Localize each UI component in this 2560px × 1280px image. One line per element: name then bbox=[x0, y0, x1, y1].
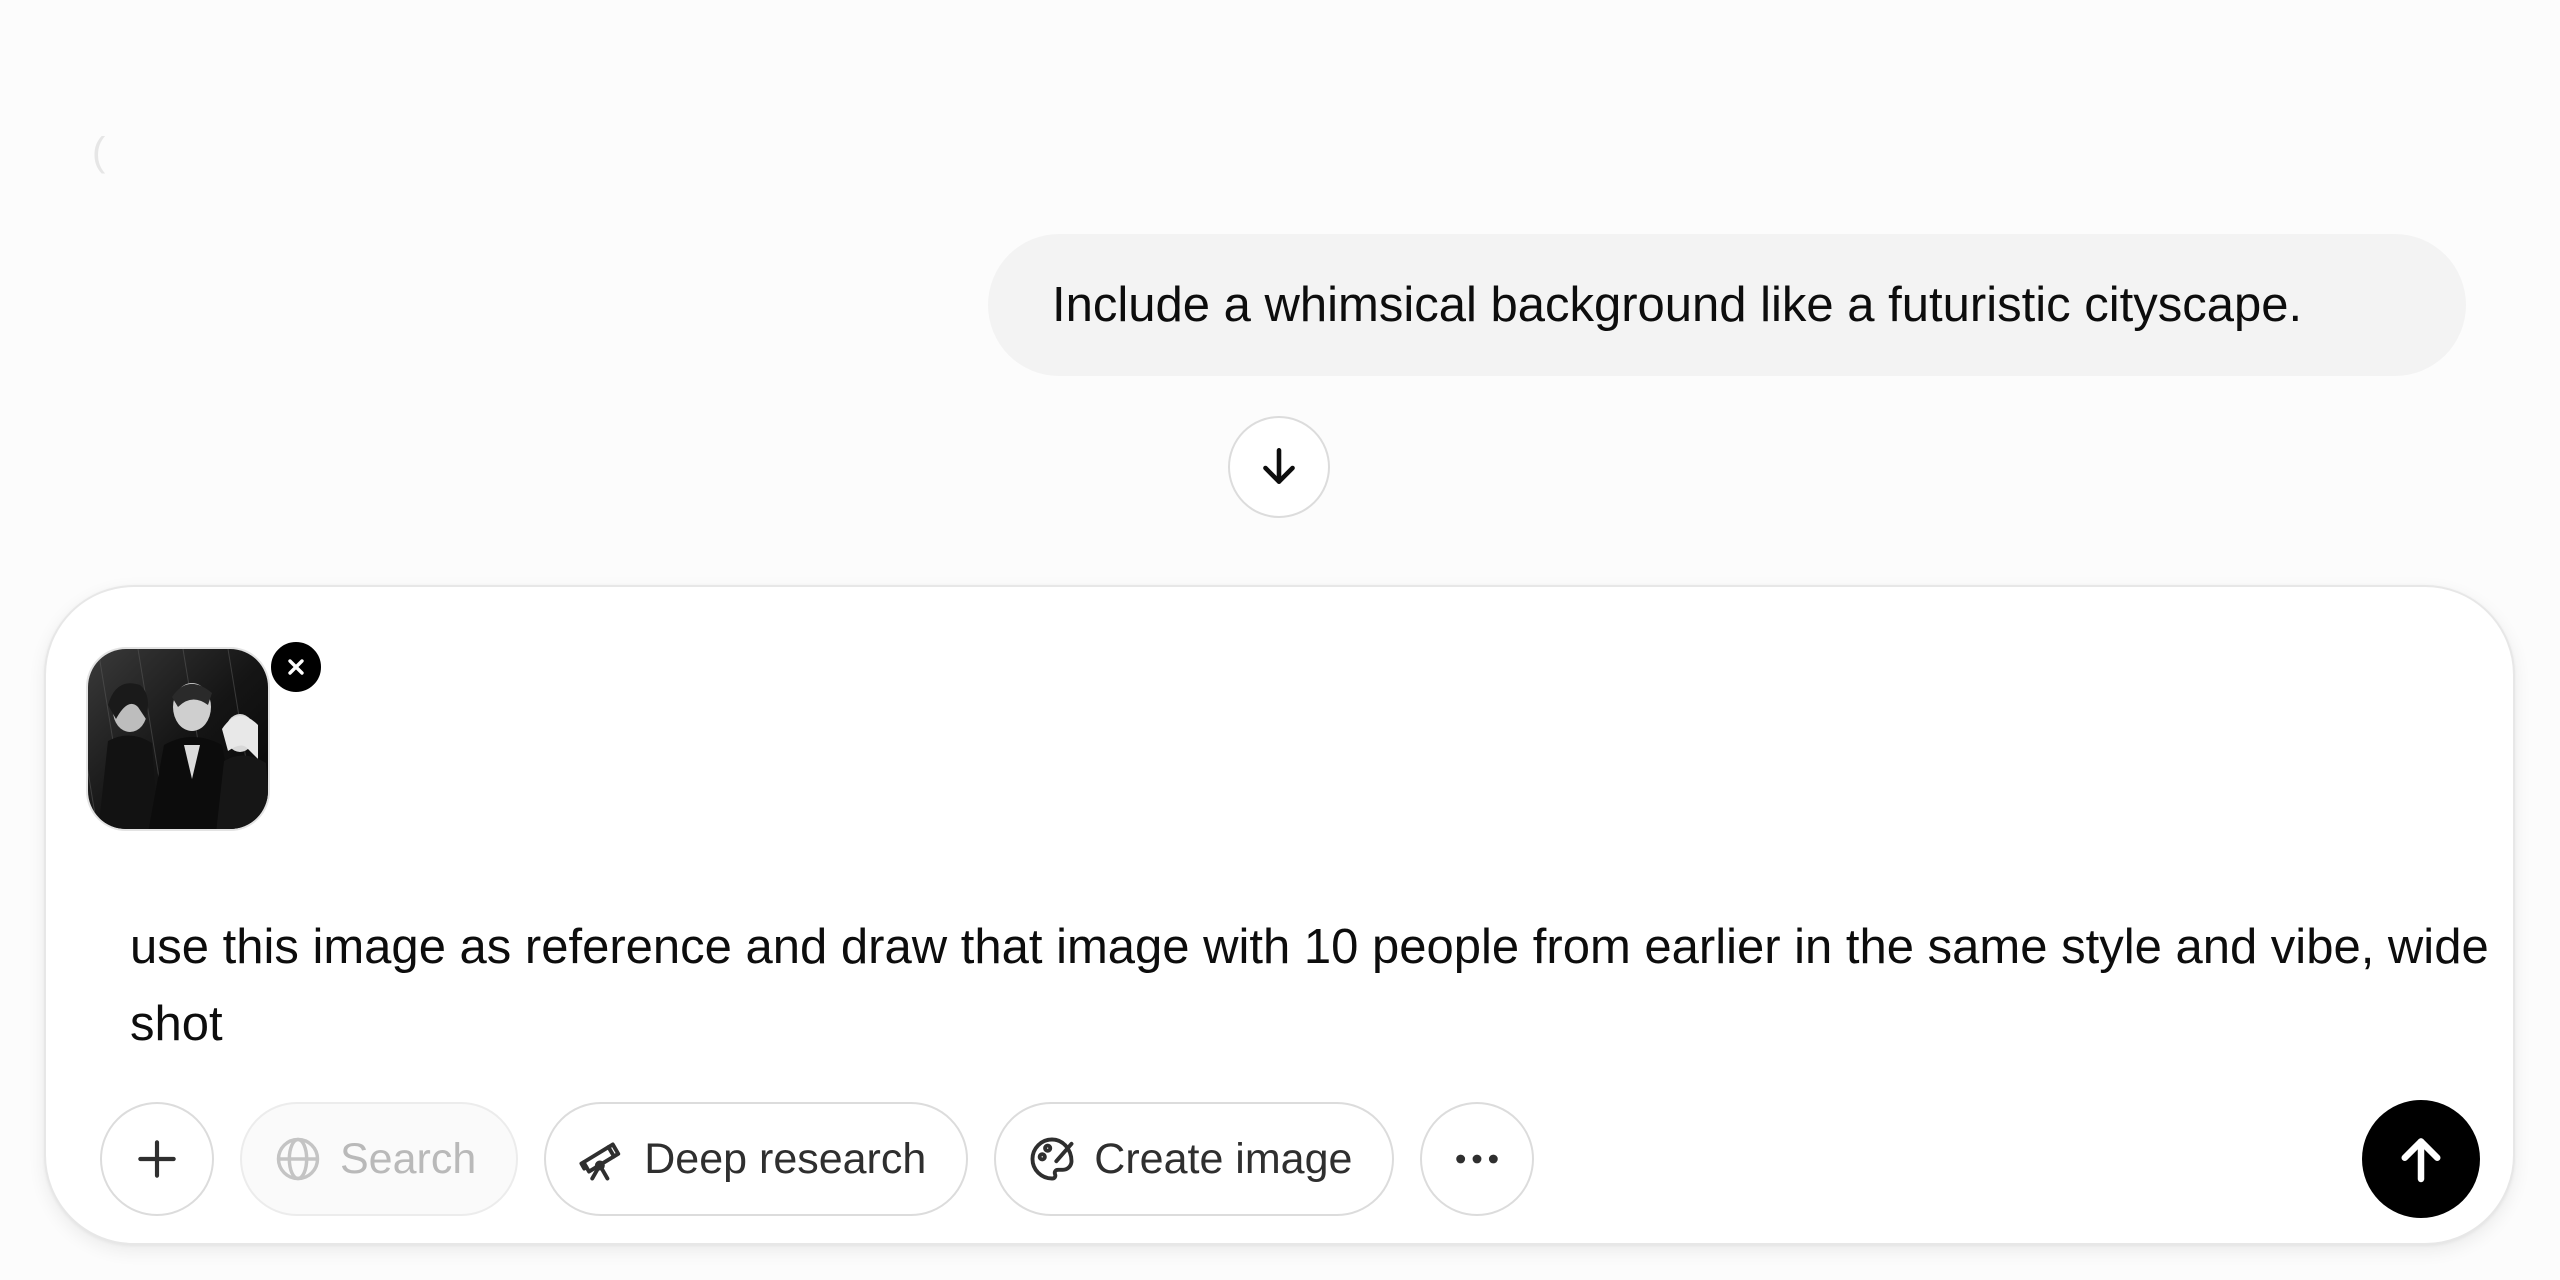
close-icon bbox=[288, 659, 304, 675]
stray-glyph: ( bbox=[92, 130, 106, 174]
palette-icon bbox=[1030, 1137, 1074, 1181]
deep-research-label: Deep research bbox=[644, 1134, 927, 1183]
telescope-icon bbox=[579, 1142, 621, 1181]
more-tools-button[interactable] bbox=[1420, 1102, 1535, 1216]
scroll-to-bottom-button[interactable] bbox=[1228, 416, 1330, 518]
prompt-input[interactable]: use this image as reference and draw tha… bbox=[130, 909, 2490, 1063]
composer-toolbar: Search Deep research Create image bbox=[100, 1102, 1535, 1216]
send-button[interactable] bbox=[2362, 1100, 2480, 1218]
search-button[interactable]: Search bbox=[240, 1102, 519, 1216]
remove-attachment-button[interactable] bbox=[267, 638, 325, 696]
search-label: Search bbox=[340, 1134, 477, 1183]
add-button[interactable] bbox=[100, 1102, 214, 1216]
deep-research-button[interactable]: Deep research bbox=[544, 1102, 969, 1216]
user-message-bubble: Include a whimsical background like a fu… bbox=[988, 234, 2466, 376]
ellipsis-icon bbox=[1456, 1154, 1499, 1164]
image-attachment[interactable] bbox=[86, 638, 325, 831]
arrow-down-icon bbox=[1263, 448, 1295, 484]
image-thumbnail bbox=[86, 647, 270, 831]
composer: use this image as reference and draw tha… bbox=[44, 585, 2515, 1245]
arrow-up-icon bbox=[2401, 1138, 2441, 1183]
globe-icon bbox=[276, 1137, 320, 1181]
user-message-text: Include a whimsical background like a fu… bbox=[1052, 278, 2303, 332]
create-image-label: Create image bbox=[1094, 1134, 1353, 1183]
plus-icon bbox=[138, 1140, 176, 1178]
create-image-button[interactable]: Create image bbox=[994, 1102, 1395, 1216]
